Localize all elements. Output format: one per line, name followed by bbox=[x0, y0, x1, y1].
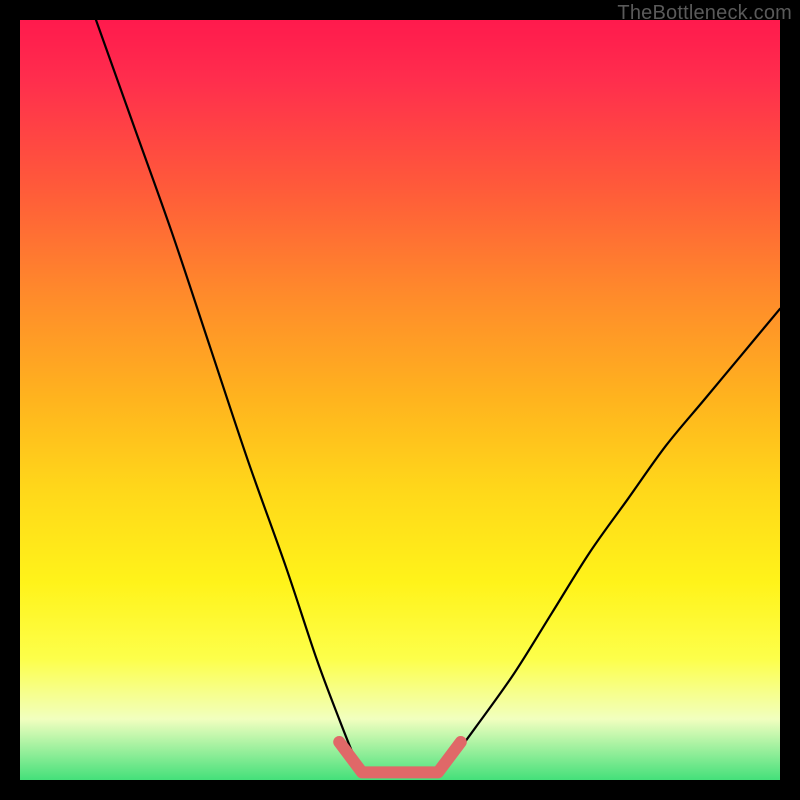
curve-layer bbox=[20, 20, 780, 780]
right-curve-path bbox=[438, 309, 780, 773]
bottom-marker-path bbox=[339, 742, 461, 772]
chart-frame: TheBottleneck.com bbox=[0, 0, 800, 800]
plot-area bbox=[20, 20, 780, 780]
left-curve-path bbox=[96, 20, 362, 772]
